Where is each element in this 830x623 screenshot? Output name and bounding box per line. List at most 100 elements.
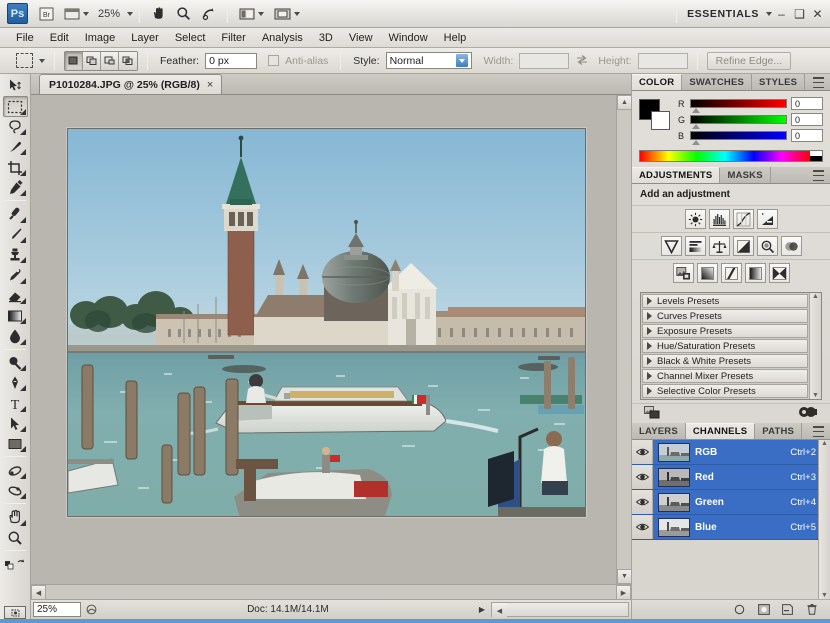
tool-flyout-indicator[interactable] xyxy=(20,520,26,526)
restore-button[interactable]: ❑ xyxy=(791,5,808,23)
zoom-tool-icon[interactable] xyxy=(172,4,195,24)
tool-flyout-indicator[interactable] xyxy=(20,339,26,345)
tool-flyout-indicator[interactable] xyxy=(20,406,26,412)
quick-selection-tool[interactable] xyxy=(3,137,28,157)
scroll-up-button[interactable]: ▲ xyxy=(812,293,819,300)
hue-saturation-icon[interactable] xyxy=(685,236,706,256)
tab-color[interactable]: COLOR xyxy=(632,74,682,90)
tool-flyout-indicator[interactable] xyxy=(20,109,26,115)
save-selection-as-channel-icon[interactable] xyxy=(757,603,770,616)
color-balance-icon[interactable] xyxy=(709,236,730,256)
workspace-switcher[interactable]: ESSENTIALS xyxy=(683,8,763,20)
tool-flyout-indicator[interactable] xyxy=(20,170,26,176)
expand-arrow-icon[interactable] xyxy=(647,342,652,350)
width-input[interactable] xyxy=(519,53,569,69)
scroll-left-button[interactable]: ◀ xyxy=(492,603,507,618)
menu-filter[interactable]: Filter xyxy=(213,30,253,46)
quick-mask-mode-toggle[interactable] xyxy=(4,606,26,619)
expand-arrow-icon[interactable] xyxy=(647,312,652,320)
panel-menu-icon[interactable] xyxy=(813,426,826,437)
default-and-swap-colors-icon[interactable] xyxy=(3,554,28,574)
chevron-down-icon[interactable] xyxy=(456,54,468,67)
scroll-up-button[interactable]: ▲ xyxy=(617,95,632,110)
zoom-percentage-input[interactable]: 25% xyxy=(33,602,81,617)
channel-row-rgb[interactable]: RGB Ctrl+2 xyxy=(632,440,830,465)
tool-flyout-indicator[interactable] xyxy=(20,190,26,196)
threshold-icon[interactable] xyxy=(721,263,742,283)
tab-channels[interactable]: CHANNELS xyxy=(686,423,755,439)
tab-styles[interactable]: STYLES xyxy=(752,74,805,90)
intersect-selection-button[interactable] xyxy=(119,52,137,70)
menu-select[interactable]: Select xyxy=(167,30,214,46)
vertical-scroll-track[interactable] xyxy=(617,110,631,569)
close-button[interactable]: ✕ xyxy=(809,5,826,23)
dodge-tool[interactable] xyxy=(3,353,28,373)
gradient-tool[interactable] xyxy=(3,306,28,326)
move-tool[interactable] xyxy=(3,76,28,96)
blue-slider-thumb[interactable] xyxy=(692,140,700,145)
close-icon[interactable]: × xyxy=(207,79,213,91)
blue-value-input[interactable]: 0 xyxy=(791,129,823,142)
status-thumbnail-icon[interactable] xyxy=(83,604,101,616)
selective-color-icon[interactable] xyxy=(769,263,790,283)
spectrum-gradient[interactable] xyxy=(640,151,810,161)
minimize-button[interactable]: – xyxy=(773,5,790,23)
status-menu-arrow-icon[interactable]: ▶ xyxy=(475,605,489,614)
subtract-from-selection-button[interactable] xyxy=(101,52,119,70)
tool-flyout-indicator[interactable] xyxy=(20,149,26,155)
expand-arrow-icon[interactable] xyxy=(647,297,652,305)
menu-3d[interactable]: 3D xyxy=(311,30,341,46)
vibrance-icon[interactable] xyxy=(661,236,682,256)
tool-flyout-indicator[interactable] xyxy=(20,385,26,391)
channel-row-blue[interactable]: Blue Ctrl+5 xyxy=(632,515,830,540)
panel-menu-icon[interactable] xyxy=(813,77,826,88)
view-previous-state-icon[interactable] xyxy=(798,406,818,421)
view-extras-icon[interactable] xyxy=(60,4,93,24)
photo-filter-icon[interactable] xyxy=(757,236,778,256)
tab-swatches[interactable]: SWATCHES xyxy=(682,74,752,90)
canvas-vertical-scrollbar[interactable]: ▲ ▼ xyxy=(616,95,631,584)
preset-curves[interactable]: Curves Presets xyxy=(642,309,808,323)
chevron-down-icon[interactable] xyxy=(83,12,89,16)
eye-icon[interactable] xyxy=(632,465,653,489)
height-input[interactable] xyxy=(638,53,688,69)
posterize-icon[interactable] xyxy=(697,263,718,283)
create-new-channel-icon[interactable] xyxy=(781,603,794,616)
document-tab[interactable]: P1010284.JPG @ 25% (RGB/8) × xyxy=(39,74,222,94)
color-spectrum-ramp[interactable] xyxy=(639,150,823,162)
tool-flyout-indicator[interactable] xyxy=(20,473,26,479)
expand-arrow-icon[interactable] xyxy=(647,372,652,380)
zoom-tool[interactable] xyxy=(3,528,28,548)
load-channel-as-selection-icon[interactable] xyxy=(733,603,746,616)
image-canvas[interactable] xyxy=(31,95,616,584)
rectangular-marquee-icon[interactable] xyxy=(16,53,33,68)
red-value-input[interactable]: 0 xyxy=(791,97,823,110)
tab-paths[interactable]: PATHS xyxy=(755,423,802,439)
tab-masks[interactable]: MASKS xyxy=(720,167,770,183)
brightness-contrast-icon[interactable] xyxy=(685,209,706,229)
refine-edge-button[interactable]: Refine Edge... xyxy=(707,52,792,70)
preset-black-and-white[interactable]: Black & White Presets xyxy=(642,354,808,368)
horizontal-scroll-track[interactable] xyxy=(46,585,616,599)
rectangle-shape-tool[interactable] xyxy=(3,434,28,454)
scroll-down-button[interactable]: ▼ xyxy=(821,592,828,599)
preset-channel-mixer[interactable]: Channel Mixer Presets xyxy=(642,369,808,383)
menu-window[interactable]: Window xyxy=(381,30,436,46)
history-brush-tool[interactable] xyxy=(3,265,28,285)
tool-flyout-indicator[interactable] xyxy=(20,217,26,223)
tool-flyout-indicator[interactable] xyxy=(20,278,26,284)
scroll-left-button[interactable]: ◀ xyxy=(31,585,46,600)
hand-tool-icon[interactable] xyxy=(147,4,170,24)
canvas-horizontal-scrollbar[interactable]: ◀ ▶ xyxy=(31,584,631,599)
expand-arrow-icon[interactable] xyxy=(647,327,652,335)
horizontal-type-tool[interactable]: T xyxy=(3,393,28,413)
green-value-input[interactable]: 0 xyxy=(791,113,823,126)
style-select[interactable]: Normal xyxy=(386,52,472,69)
clone-stamp-tool[interactable] xyxy=(3,245,28,265)
bridge-icon[interactable]: Br xyxy=(35,4,58,24)
3d-orbit-tool[interactable] xyxy=(3,481,28,501)
antialias-checkbox[interactable] xyxy=(268,55,279,66)
tool-flyout-indicator[interactable] xyxy=(20,257,26,263)
arrange-documents-icon[interactable] xyxy=(270,4,304,24)
tool-flyout-indicator[interactable] xyxy=(20,426,26,432)
